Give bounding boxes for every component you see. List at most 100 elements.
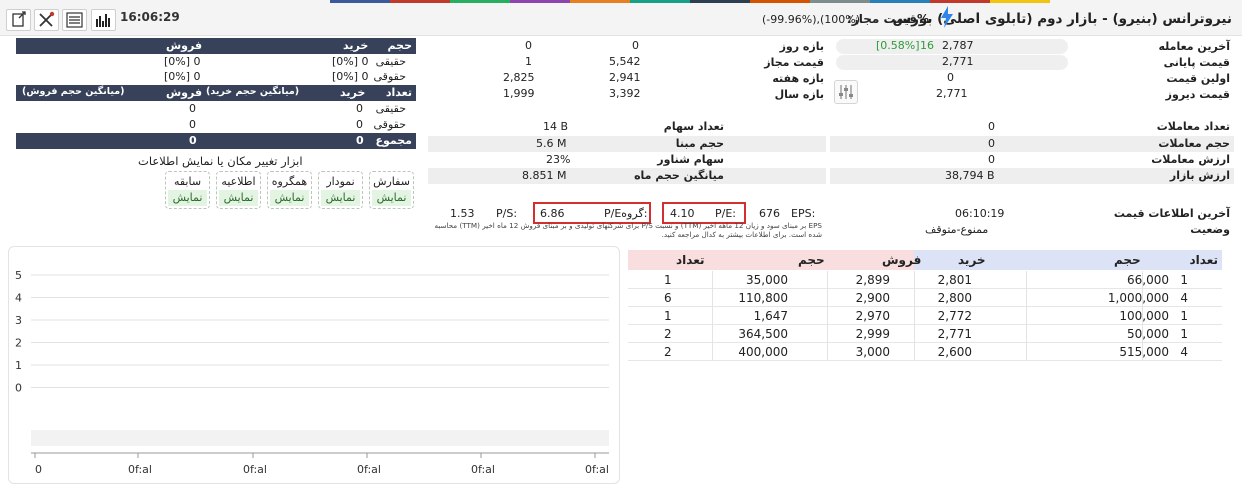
last-trade-value: 2,787 [942,39,974,52]
sell-header-bg [628,250,914,270]
tool-peers[interactable]: همگروه نمایش [267,171,312,209]
yesterday-price-value: 2,771 [936,87,968,100]
group-pe-label: P/Eگروه: [604,207,648,220]
row-label: حقیقی [375,102,406,115]
row-label: حقوقی [373,118,406,131]
close-price-value: 2,771 [942,55,974,68]
buy-volume: [0%] 0 [332,55,369,68]
tool-label: سفارش [373,175,410,188]
ps-label: P/S: [496,207,518,220]
buy-count: 1 [1180,327,1188,341]
lightning-icon [941,6,953,28]
total-buy: 0 [356,134,364,147]
last-info-label: آخرین اطلاعات قیمت [1113,207,1230,220]
tool-label: اطلاعیه [221,175,256,188]
last-trade-label: آخرین معامله [1158,40,1230,53]
trade-count-label: تعداد معاملات [1156,120,1230,133]
trade-value-value: 0 [988,153,995,166]
y-tick-label: 0 [15,382,22,395]
col-sell-price: فروش [882,253,922,267]
tool-show-toggle[interactable]: نمایش [372,190,411,206]
week-range-label: بازه هفته [772,72,824,85]
buy-price: 2,600 [937,345,972,359]
tool-show-toggle[interactable]: نمایش [321,190,360,206]
year-range-label: بازه سال [774,88,824,101]
buy-price: 2,771 [937,327,972,341]
week-range-high: 2,941 [609,71,641,84]
status-label: وضعیت [1190,223,1230,236]
chart-bars-icon [96,14,110,27]
row-label: حقوقی [373,70,406,83]
x-tick-label: 0f:al [357,463,381,476]
filters-button[interactable] [834,80,858,104]
cell-divider [914,289,915,307]
list-button[interactable] [62,9,87,31]
buy-count: 1 [1180,273,1188,287]
export-button[interactable] [6,9,31,31]
allowed-range-label: قیمت مجاز [764,56,824,69]
list-icon [66,12,83,28]
tool-label: همگروه [271,175,308,188]
close-price-label: قیمت پایانی [1163,56,1230,69]
buy-volume: 515,000 [1119,345,1169,359]
cell-divider [712,271,713,289]
sell-volume: [0%] 0 [164,55,201,68]
tools-button[interactable] [34,9,59,31]
clock-time: 16:06:29 [120,10,180,24]
shares-count-value: 14 B [543,120,569,133]
order-book-row: حقوقی 0 0 [16,117,416,133]
row-label: حقیقی [375,55,406,68]
header-avg-sell: (میانگین حجم فروش) [22,86,125,97]
buy-count: 4 [1180,291,1188,305]
tool-show-toggle[interactable]: نمایش [168,190,207,206]
y-tick-label: 2 [15,337,22,350]
cell-divider [827,271,828,289]
month-avg-volume-label: میانگین حجم ماه [634,169,724,182]
header-sell: فروش [166,39,203,52]
sell-count: 0 [189,118,196,131]
buy-price: 2,800 [937,291,972,305]
tool-show-toggle[interactable]: نمایش [270,190,309,206]
order-book-total: مجموع 0 0 [16,133,416,149]
trade-rows: 1 66,000 2,801 2,899 35,000 1 4 1,000,000 2,800 2… [628,271,1222,363]
header-buy: خرید [343,39,369,52]
header-sell: فروش [166,86,203,99]
table-row: 1 100,000 2,772 2,970 1,647 1 [628,307,1222,325]
buy-volume: 50,000 [1127,327,1169,341]
sell-price: 2,999 [855,327,890,341]
table-header: تعداد حجم خرید فروش حجم تعداد [628,250,1222,270]
y-tick-label: 3 [15,314,22,327]
tool-label: نمودار [326,175,355,188]
intraday-chart: 5 4 3 2 1 0 0 0f:al 0f:al 0f:al 0f:al 0f:al [8,246,620,484]
x-tick-label: 0f:al [243,463,267,476]
cell-divider [1026,343,1027,361]
trade-volume-value: 0 [988,137,995,150]
header-avg-buy: (میانگین حجم خرید) [206,86,300,97]
sell-count: 0 [189,102,196,115]
cell-divider [1026,325,1027,343]
buy-count: 1 [1180,309,1188,323]
tool-chart[interactable]: نمودار نمایش [318,171,363,209]
tool-announcements[interactable]: اطلاعیه نمایش [216,171,261,209]
trade-volume-label: حجم معاملات [1158,137,1230,150]
buy-count: 0 [356,118,363,131]
order-book-header-count: تعداد خرید (میانگین حجم خرید) فروش (میان… [16,85,416,101]
x-tick-label: 0f:al [471,463,495,476]
sell-volume: [0%] 0 [164,70,201,83]
ratios-note: EPS بر مبنای سود و زیان 12 ماهه اخیر (TT… [434,221,822,239]
day-range-high: 0 [632,39,639,52]
tool-orders[interactable]: سفارش نمایش [369,171,414,209]
y-tick-label: 5 [15,269,22,282]
x-tick-label: 0f:al [128,463,152,476]
tool-show-toggle[interactable]: نمایش [219,190,258,206]
buy-price: 2,772 [937,309,972,323]
x-tick-label: 0 [35,463,42,476]
free-float-label: سهام شناور [657,153,724,166]
pe-label: P/E: [715,207,736,220]
year-range-high: 3,392 [609,87,641,100]
tool-history[interactable]: سابقه نمایش [165,171,210,209]
order-book-summary: حجم خرید فروش حقیقی [0%] 0 [0%] 0 حقوقی … [16,38,416,149]
chart-bars-button[interactable] [91,9,116,31]
sell-count: 2 [664,345,672,359]
week-range-low: 2,825 [503,71,535,84]
